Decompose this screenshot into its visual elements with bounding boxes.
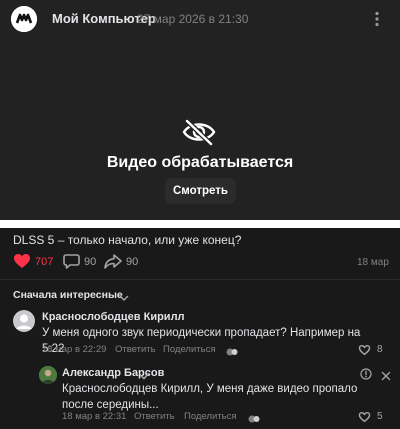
reaction-icon[interactable] (248, 411, 260, 423)
comment-time[interactable]: 18 мар в 22:29 (42, 344, 106, 355)
share-comment-button[interactable]: Поделиться (163, 344, 215, 355)
post-timestamp[interactable]: 27 мар 2026 в 21:30 (137, 12, 248, 26)
reply-button[interactable]: Ответить (134, 411, 175, 422)
share-icon[interactable] (104, 253, 122, 269)
share-comment-button[interactable]: Поделиться (184, 411, 236, 422)
video-status: Видео обрабатывается (106, 154, 294, 171)
more-options-icon[interactable] (367, 9, 387, 29)
comment-text: Краснослободцев Кирилл, У меня даже виде… (62, 383, 358, 411)
comment-sort-dropdown[interactable]: Сначала интересные (13, 289, 123, 301)
share-count[interactable]: 90 (126, 256, 138, 268)
like-count[interactable]: 707 (35, 256, 53, 268)
watch-button[interactable]: Смотреть (165, 178, 236, 204)
eye-crossed-icon (181, 117, 217, 147)
info-icon[interactable] (360, 367, 372, 380)
close-icon[interactable] (381, 368, 391, 381)
avatar[interactable] (13, 310, 35, 332)
post-text: DLSS 5 – только начало, или уже конец? (13, 233, 242, 247)
reply-button[interactable]: Ответить (115, 344, 156, 355)
heart-outline-icon[interactable] (358, 410, 371, 423)
post-date: 18 мар (357, 257, 389, 268)
user-placeholder-icon (16, 314, 32, 329)
comment-count[interactable]: 90 (84, 256, 96, 268)
comment-author[interactable]: Краснослободцев Кирилл (42, 311, 185, 323)
comment-time[interactable]: 18 мар в 22:31 (62, 411, 126, 422)
divider (0, 220, 400, 228)
heart-outline-icon[interactable] (358, 343, 371, 356)
verified-icon (140, 368, 150, 380)
comment-icon[interactable] (63, 253, 80, 269)
separator (0, 279, 400, 280)
user-photo-icon (39, 366, 57, 384)
comment-like-count[interactable]: 8 (377, 344, 383, 355)
heart-filled-icon[interactable] (13, 253, 31, 269)
chevron-down-icon[interactable] (119, 290, 129, 301)
logo-mark-icon (11, 6, 37, 32)
reaction-icon[interactable] (226, 344, 238, 356)
avatar[interactable] (39, 366, 57, 384)
community-logo[interactable] (11, 6, 37, 32)
comment-like-count[interactable]: 5 (377, 411, 383, 422)
